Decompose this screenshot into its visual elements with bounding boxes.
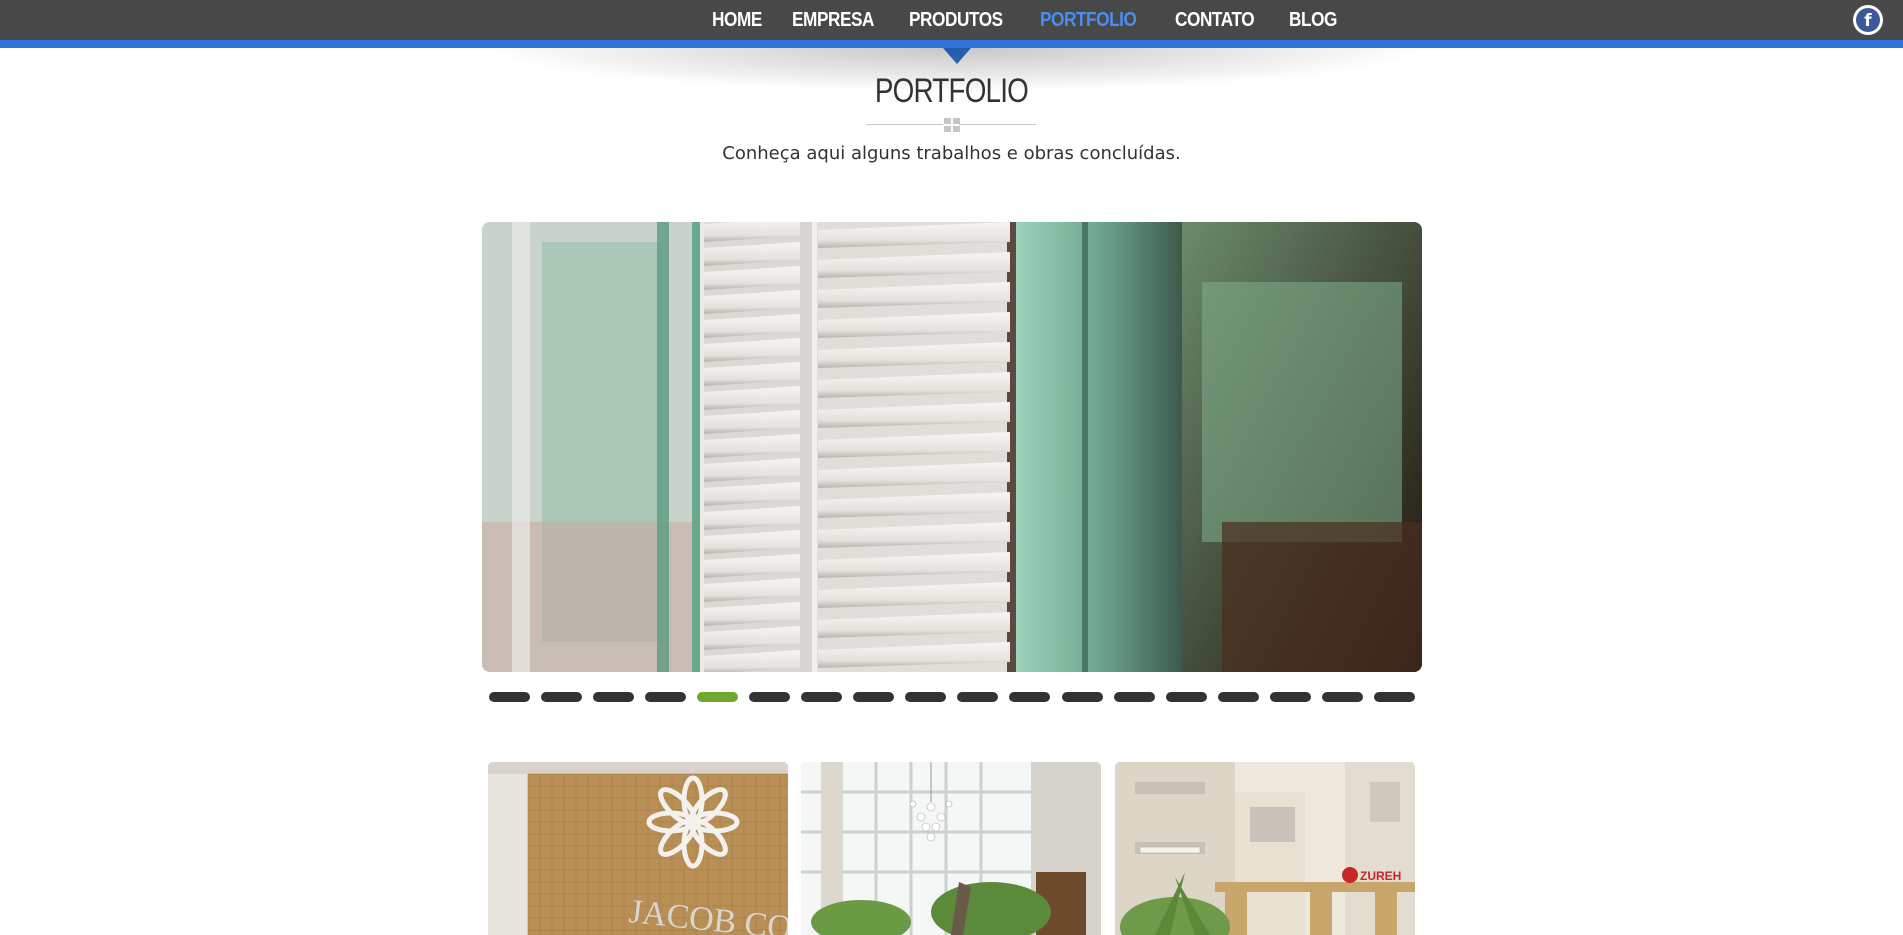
top-navbar: HOME EMPRESA PRODUTOS PORTFOLIO CONTATO …	[0, 0, 1903, 40]
slider-dot-12[interactable]	[1061, 692, 1103, 702]
thumbnail-image-2	[801, 762, 1101, 935]
thumbnail-image-1: JACOB CO	[488, 762, 788, 935]
nav-item-contato[interactable]: CONTATO	[1175, 9, 1255, 32]
section-subtitle: Conheça aqui alguns trabalhos e obras co…	[722, 143, 1181, 164]
grid-icon	[943, 118, 960, 132]
slider-dot-2[interactable]	[541, 692, 583, 702]
thumbnail-2[interactable]	[801, 762, 1101, 935]
portfolio-thumbnails: JACOB CO ZUREH	[488, 762, 1415, 935]
slider-dot-17[interactable]	[1321, 692, 1363, 702]
slider-dot-15[interactable]	[1217, 692, 1259, 702]
nav-item-blog[interactable]: BLOG	[1289, 9, 1337, 32]
slider-dot-6[interactable]	[749, 692, 791, 702]
slider-dot-14[interactable]	[1165, 692, 1207, 702]
slider-dot-10[interactable]	[957, 692, 999, 702]
thumbnail-1[interactable]: JACOB CO	[488, 762, 788, 935]
slider-dot-13[interactable]	[1113, 692, 1155, 702]
thumbnail-3[interactable]: ZUREH	[1115, 762, 1415, 935]
slider-dot-18[interactable]	[1373, 692, 1415, 702]
slider-dot-8[interactable]	[853, 692, 895, 702]
title-divider	[866, 118, 1036, 132]
slider-dot-9[interactable]	[905, 692, 947, 702]
slider-dot-7[interactable]	[801, 692, 843, 702]
nav-item-empresa[interactable]: EMPRESA	[792, 9, 874, 32]
facebook-glyph: f	[1856, 8, 1880, 32]
slider-dot-16[interactable]	[1269, 692, 1311, 702]
nav-item-portfolio[interactable]: PORTFOLIO	[1040, 9, 1137, 32]
nav-accent-bar	[0, 40, 1903, 48]
thumbnail-image-3: ZUREH	[1115, 762, 1415, 935]
portfolio-slider[interactable]	[482, 222, 1422, 672]
nav-item-produtos[interactable]: PRODUTOS	[909, 9, 1003, 32]
section-title-wrapper: PORTFOLIO	[0, 72, 1903, 111]
section-title: PORTFOLIO	[874, 72, 1029, 110]
slider-pagination	[489, 692, 1415, 702]
slider-dot-3[interactable]	[593, 692, 635, 702]
nav-item-home[interactable]: HOME	[712, 9, 762, 32]
active-nav-indicator-icon	[943, 48, 971, 64]
main-nav: HOME EMPRESA PRODUTOS PORTFOLIO CONTATO …	[712, 0, 1366, 40]
facebook-icon[interactable]: f	[1853, 5, 1883, 35]
slider-dot-11[interactable]	[1009, 692, 1051, 702]
slider-dot-5[interactable]	[697, 692, 739, 702]
thumbnail-sign-text-3: ZUREH	[1360, 869, 1401, 883]
slider-dot-1[interactable]	[489, 692, 530, 702]
slider-image	[482, 222, 1422, 672]
slider-dot-4[interactable]	[645, 692, 687, 702]
